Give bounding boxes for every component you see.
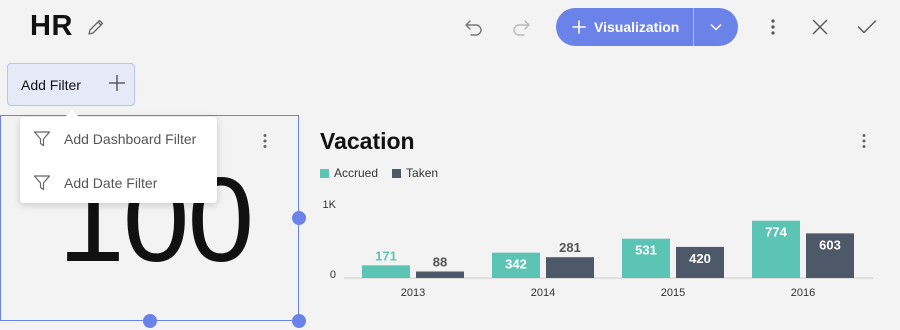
check-icon[interactable] xyxy=(853,14,881,40)
filter-icon xyxy=(32,129,52,149)
legend-item-accrued[interactable]: Accrued xyxy=(320,166,378,180)
dashboard-title: HR xyxy=(30,10,73,42)
x-tick-label: 2015 xyxy=(661,287,685,299)
filter-menu: Add Dashboard Filter Add Date Filter xyxy=(20,110,217,203)
add-visualization-button[interactable]: Visualization xyxy=(556,8,693,46)
visualization-button-group: Visualization xyxy=(556,8,738,46)
y-tick-label: 1K xyxy=(323,199,337,211)
resize-handle-corner[interactable] xyxy=(292,314,306,328)
add-date-filter-label: Add Date Filter xyxy=(64,175,158,191)
legend-item-taken[interactable]: Taken xyxy=(392,166,438,180)
bar-taken-2014[interactable] xyxy=(546,257,594,278)
redo-icon[interactable] xyxy=(508,14,534,40)
add-dashboard-filter-label: Add Dashboard Filter xyxy=(64,131,197,147)
add-dashboard-filter-item[interactable]: Add Dashboard Filter xyxy=(20,119,217,159)
data-label: 531 xyxy=(635,243,657,258)
more-vert-icon[interactable] xyxy=(853,130,875,152)
filter-icon xyxy=(32,173,52,193)
legend-label: Taken xyxy=(406,166,439,180)
visualization-label: Visualization xyxy=(594,19,680,35)
legend-swatch xyxy=(392,168,402,178)
chart-title: Vacation xyxy=(320,128,415,154)
resize-handle-bottom[interactable] xyxy=(143,314,157,328)
x-tick-label: 2014 xyxy=(531,287,555,299)
visualization-dropdown-button[interactable] xyxy=(694,8,738,46)
data-label: 603 xyxy=(819,237,841,252)
bar-accrued-2013[interactable] xyxy=(362,265,410,278)
vacation-bar-chart: 1K 0 171 88 2013 342 281 2014 531 420 2015 774 603 20… xyxy=(323,199,873,299)
undo-icon[interactable] xyxy=(461,14,487,40)
data-label: 420 xyxy=(689,251,711,266)
bar-taken-2013[interactable] xyxy=(416,271,464,278)
more-vert-icon[interactable] xyxy=(254,130,276,152)
more-vert-icon[interactable] xyxy=(760,14,786,40)
data-label: 774 xyxy=(765,225,787,240)
legend-label: Accrued xyxy=(334,166,379,180)
chevron-down-icon xyxy=(710,23,722,31)
plus-icon xyxy=(572,20,586,34)
add-date-filter-item[interactable]: Add Date Filter xyxy=(20,163,217,203)
data-label: 171 xyxy=(375,248,397,263)
add-filter-label: Add Filter xyxy=(21,76,81,93)
x-tick-label: 2013 xyxy=(401,287,425,299)
legend-swatch xyxy=(320,168,329,178)
y-tick-label: 0 xyxy=(330,269,336,281)
chart-legend: Accrued Taken xyxy=(320,166,438,180)
pencil-icon[interactable] xyxy=(84,15,108,39)
data-label: 342 xyxy=(505,257,527,272)
data-label: 281 xyxy=(559,240,581,255)
resize-handle-right[interactable] xyxy=(292,211,306,225)
data-label: 88 xyxy=(433,254,447,269)
x-tick-label: 2016 xyxy=(791,287,815,299)
plus-icon xyxy=(108,74,126,95)
add-filter-button[interactable]: Add Filter xyxy=(7,63,135,106)
close-icon[interactable] xyxy=(807,14,833,40)
